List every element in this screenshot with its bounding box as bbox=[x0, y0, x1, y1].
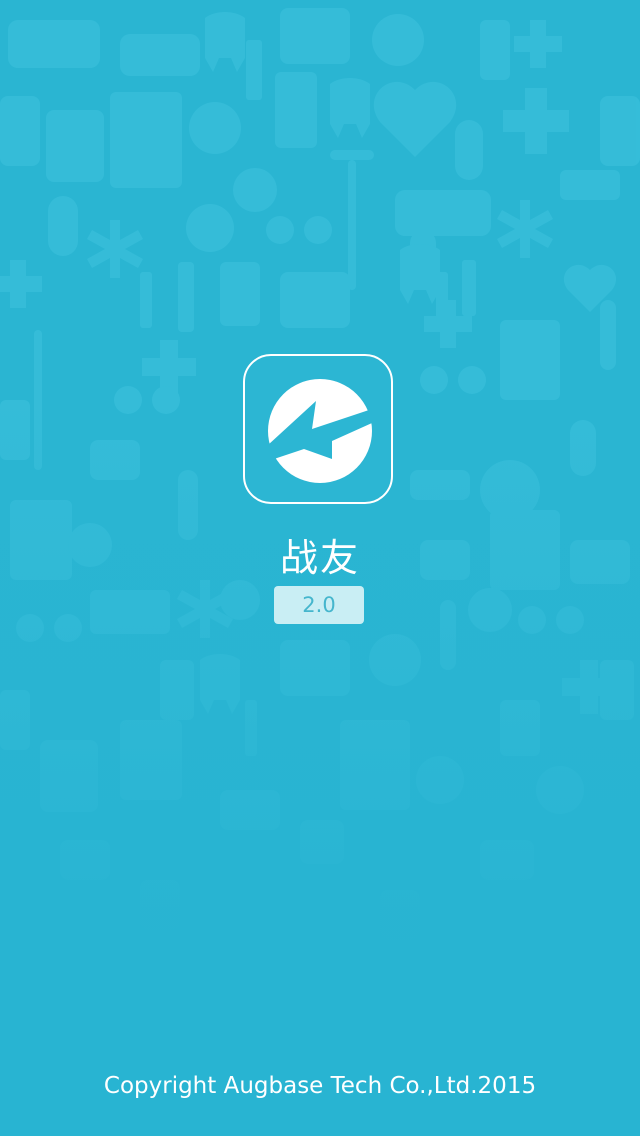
copyright-text: Copyright Augbase Tech Co.,Ltd.2015 bbox=[103, 1073, 537, 1099]
lightning-logo-icon bbox=[268, 379, 372, 483]
version-badge: 2.0 bbox=[274, 586, 364, 624]
app-name: 战友 bbox=[279, 536, 360, 580]
app-logo bbox=[243, 354, 393, 504]
splash-screen: 战友 2.0 Copyright Augbase Tech Co.,Ltd.20… bbox=[0, 0, 640, 1136]
